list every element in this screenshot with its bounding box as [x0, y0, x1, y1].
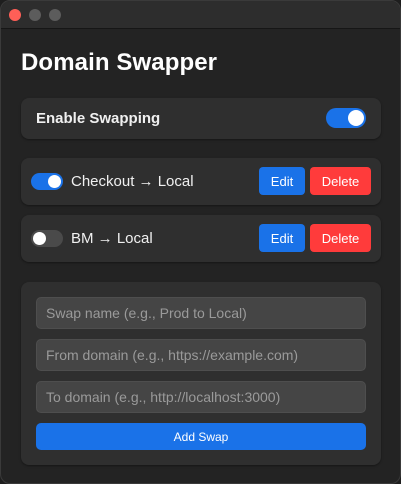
enable-swapping-toggle[interactable]	[326, 108, 366, 128]
app-window: Domain Swapper Enable Swapping Checkout …	[0, 0, 401, 484]
toggle-knob	[33, 232, 46, 245]
close-window-button[interactable]	[9, 9, 21, 21]
delete-button[interactable]: Delete	[310, 224, 371, 252]
enable-swapping-card: Enable Swapping	[21, 98, 381, 139]
page-title: Domain Swapper	[21, 49, 218, 76]
title-bar	[1, 1, 400, 29]
delete-button[interactable]: Delete	[310, 167, 371, 195]
swap-toggle-bm[interactable]	[31, 230, 63, 247]
from-domain-input[interactable]	[36, 339, 366, 371]
add-swap-form: Add Swap	[21, 282, 381, 465]
swap-toggle-checkout[interactable]	[31, 173, 63, 190]
toggle-knob	[348, 110, 364, 126]
swap-item-bm: BM → Local Edit Delete	[21, 215, 381, 262]
enable-swapping-label: Enable Swapping	[36, 110, 161, 127]
add-swap-button[interactable]: Add Swap	[36, 423, 366, 450]
swap-name-input[interactable]	[36, 297, 366, 329]
swap-name: BM → Local	[71, 230, 153, 247]
minimize-window-button[interactable]	[29, 9, 41, 21]
maximize-window-button[interactable]	[49, 9, 61, 21]
swap-item-checkout: Checkout → Local Edit Delete	[21, 158, 381, 205]
edit-button[interactable]: Edit	[259, 224, 305, 252]
to-domain-input[interactable]	[36, 381, 366, 413]
edit-button[interactable]: Edit	[259, 167, 305, 195]
swap-name: Checkout → Local	[71, 173, 194, 190]
toggle-knob	[48, 175, 61, 188]
